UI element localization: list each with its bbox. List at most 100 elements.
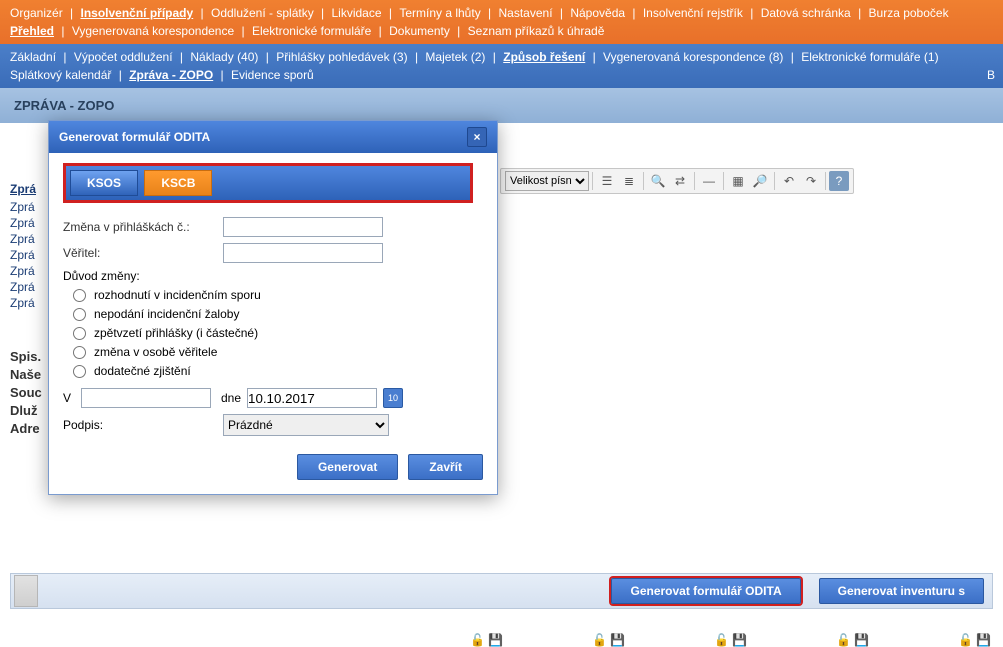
lock-icon: 🔓 (714, 633, 728, 647)
nav-sep: | (747, 6, 757, 20)
nav-item[interactable]: Zpráva - ZOPO (129, 68, 213, 82)
detail-label: Spis. (10, 348, 42, 366)
nav-sep: | (629, 6, 639, 20)
nav-item[interactable]: Termíny a lhůty (399, 6, 480, 20)
hr-icon[interactable]: — (699, 171, 719, 191)
nav-item[interactable]: Přihlášky pohledávek (3) (276, 50, 407, 64)
input-date[interactable] (247, 388, 377, 408)
modal-actions: Generovat Zavřít (63, 454, 483, 480)
nav-item[interactable]: Likvidace (332, 6, 382, 20)
nav-item[interactable]: Nápověda (570, 6, 625, 20)
reason-radio[interactable] (73, 346, 86, 359)
disk-icon[interactable]: 💾 (854, 633, 868, 647)
nav-item[interactable]: Způsob řešení (503, 50, 585, 64)
page-title: ZPRÁVA - ZOPO (0, 88, 1003, 123)
lock-icon: 🔓 (470, 633, 484, 647)
image-icon[interactable]: ▦ (728, 171, 748, 191)
help-icon[interactable]: ? (829, 171, 849, 191)
reason-radio[interactable] (73, 327, 86, 340)
ordered-list-icon[interactable]: ☰ (597, 171, 617, 191)
reason-label-text: rozhodnutí v incidenčním sporu (94, 288, 261, 302)
undo-icon[interactable]: ↶ (779, 171, 799, 191)
side-report-item[interactable]: Zprá (10, 199, 36, 215)
generate-inventory-button[interactable]: Generovat inventuru s (819, 578, 984, 604)
modal-close-action-button[interactable]: Zavřít (408, 454, 483, 480)
side-report-item[interactable]: Zprá (10, 279, 36, 295)
nav-item[interactable]: Insolvenční případy (80, 6, 193, 20)
toolbar-sep (694, 172, 695, 190)
input-creditor[interactable] (223, 243, 383, 263)
tab-kscb[interactable]: KSCB (144, 170, 212, 196)
side-report-item[interactable]: Zprá (10, 263, 36, 279)
nav-blue-tail: B (987, 66, 995, 84)
side-report-item[interactable]: Zprá (10, 247, 36, 263)
nav-sep: | (412, 50, 422, 64)
label-creditor: Věřitel: (63, 246, 223, 260)
reason-radio[interactable] (73, 308, 86, 321)
nav-blue: Základní | Výpočet oddlužení | Náklady (… (0, 44, 1003, 88)
nav-item[interactable]: Náklady (40) (190, 50, 258, 64)
reason-label-text: nepodání incidenční žaloby (94, 307, 239, 321)
unordered-list-icon[interactable]: ≣ (619, 171, 639, 191)
nav-item[interactable]: Oddlužení - splátky (211, 6, 314, 20)
detail-label: Souc (10, 384, 42, 402)
lock-icon: 🔓 (592, 633, 606, 647)
nav-sep: | (318, 6, 328, 20)
nav-item[interactable]: Datová schránka (761, 6, 851, 20)
nav-item[interactable]: Insolvenční rejstřík (643, 6, 743, 20)
nav-item[interactable]: Přehled (10, 24, 54, 38)
disk-icon[interactable]: 💾 (610, 633, 624, 647)
modal-titlebar: Generovat formulář ODITA × (49, 121, 497, 153)
nav-item[interactable]: Majetek (2) (425, 50, 485, 64)
nav-item[interactable]: Evidence sporů (231, 68, 314, 82)
redo-icon[interactable]: ↷ (801, 171, 821, 191)
reason-radio-group: rozhodnutí v incidenčním sporu nepodání i… (63, 288, 483, 378)
nav-sep: | (67, 6, 77, 20)
nav-sep: | (589, 50, 599, 64)
nav-item[interactable]: Burza poboček (869, 6, 949, 20)
reason-radio[interactable] (73, 365, 86, 378)
nav-item[interactable]: Nastavení (499, 6, 553, 20)
nav-sep: | (855, 6, 865, 20)
nav-item[interactable]: Výpočet oddlužení (74, 50, 173, 64)
font-size-select[interactable]: Velikost písn (505, 171, 589, 191)
disk-icon[interactable]: 💾 (976, 633, 990, 647)
nav-item[interactable]: Elektronické formuláře (1) (801, 50, 938, 64)
nav-item[interactable]: Vygenerovaná korespondence (72, 24, 234, 38)
toolbar-sep (643, 172, 644, 190)
row-creditor: Věřitel: (63, 243, 483, 263)
row-change-number: Změna v přihláškách č.: (63, 217, 483, 237)
side-report-item[interactable]: Zprá (10, 295, 36, 311)
nav-item[interactable]: Dokumenty (389, 24, 450, 38)
modal-generate-button[interactable]: Generovat (297, 454, 398, 480)
calendar-icon[interactable]: 10 (383, 388, 403, 408)
generate-odita-button[interactable]: Generovat formulář ODITA (611, 578, 800, 604)
nav-item[interactable]: Organizér (10, 6, 63, 20)
find-icon[interactable]: 🔍 (648, 171, 668, 191)
input-change-number[interactable] (223, 217, 383, 237)
nav-sep: | (489, 50, 499, 64)
disk-icon[interactable]: 💾 (488, 633, 502, 647)
nav-item[interactable]: Vygenerovaná korespondence (8) (603, 50, 783, 64)
nav-item[interactable]: Základní (10, 50, 56, 64)
tab-ksos[interactable]: KSOS (70, 170, 138, 196)
side-report-header[interactable]: Zprá (10, 181, 36, 197)
reason-radio[interactable] (73, 289, 86, 302)
nav-sep: | (485, 6, 495, 20)
side-report-item[interactable]: Zprá (10, 215, 36, 231)
detail-labels: Spis.NašeSoucDlužAdre (10, 348, 42, 438)
nav-item[interactable]: Elektronické formuláře (252, 24, 371, 38)
side-report-item[interactable]: Zprá (10, 231, 36, 247)
replace-icon[interactable]: ⇄ (670, 171, 690, 191)
label-change-number: Změna v přihláškách č.: (63, 220, 223, 234)
nav-item[interactable]: Splátkový kalendář (10, 68, 111, 82)
select-signature[interactable]: Prázdné (223, 414, 389, 436)
disk-icon[interactable]: 💾 (732, 633, 746, 647)
nav-item[interactable]: Seznam příkazů k úhradě (468, 24, 605, 38)
modal-close-button[interactable]: × (467, 127, 487, 147)
input-place[interactable] (81, 388, 211, 408)
editor-toolbar: Velikost písn ☰ ≣ 🔍 ⇄ — ▦ 🔎 ↶ ↷ ? (500, 168, 854, 194)
label-signature: Podpis: (63, 418, 223, 432)
left-gray-block (14, 575, 38, 607)
zoom-icon[interactable]: 🔎 (750, 171, 770, 191)
